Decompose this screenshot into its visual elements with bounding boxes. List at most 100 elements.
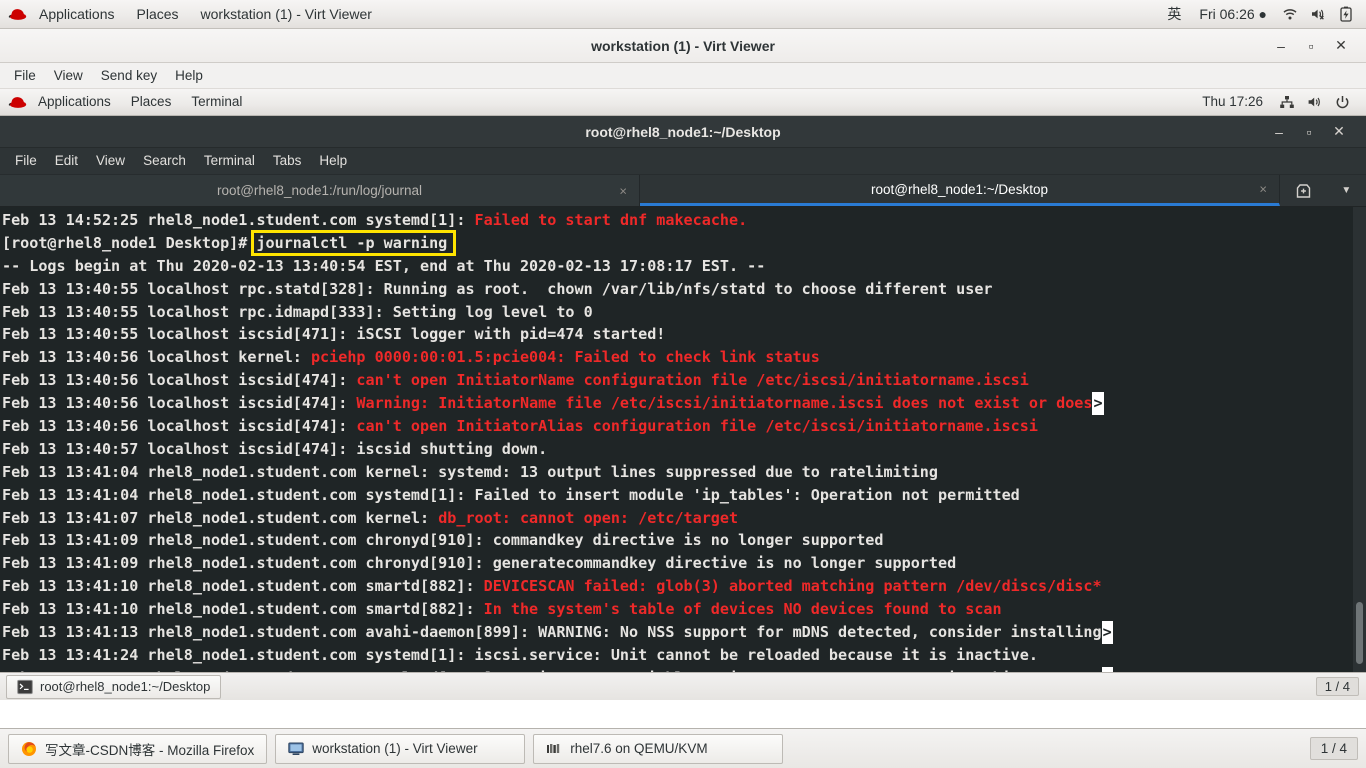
battery-charging-icon[interactable] — [1334, 6, 1358, 22]
line-wrap-marker-icon: > — [1102, 667, 1113, 672]
terminal-text-error: In the system's table of devices NO devi… — [484, 600, 1002, 618]
terminal-line: Feb 13 13:40:56 localhost iscsid[474]: c… — [2, 369, 1353, 392]
virt-viewer-window: workstation (1) - Virt Viewer – ▫ ✕ File… — [0, 29, 1366, 700]
volume-icon[interactable] — [1301, 95, 1329, 109]
menu-send-key[interactable]: Send key — [92, 63, 166, 88]
menu-file[interactable]: File — [5, 63, 45, 88]
terminal-line: Feb 13 13:41:10 rhel8_node1.student.com … — [2, 598, 1353, 621]
minimize-button[interactable]: – — [1264, 119, 1294, 145]
input-method-indicator[interactable]: 英 — [1158, 0, 1190, 28]
terminal-line: -- Logs begin at Thu 2020-02-13 13:40:54… — [2, 255, 1353, 278]
terminal-line: Feb 13 13:41:04 rhel8_node1.student.com … — [2, 484, 1353, 507]
line-wrap-marker-icon: > — [1102, 621, 1113, 644]
terminal-scrollbar-thumb[interactable] — [1356, 602, 1363, 664]
menu-search[interactable]: Search — [134, 148, 195, 174]
terminal-text-error: DEVICESCAN failed: glob(3) aborted match… — [484, 577, 1102, 595]
virt-viewer-title: workstation (1) - Virt Viewer — [0, 38, 1366, 54]
host-task-qemu-kvm[interactable]: rhel7.6 on QEMU/KVM — [533, 734, 783, 764]
terminal-text-error: Failed to start dnf makecache. — [475, 211, 748, 229]
virt-viewer-window-controls: – ▫ ✕ — [1266, 33, 1366, 59]
close-button[interactable]: ✕ — [1324, 119, 1354, 145]
guest-workspace-indicator[interactable]: 1 / 4 — [1316, 677, 1359, 696]
terminal-line: Feb 13 13:41:24 rhel8_node1.student.com … — [2, 667, 1353, 672]
maximize-button[interactable]: ▫ — [1296, 33, 1326, 59]
terminal-tab-desktop[interactable]: root@rhel8_node1:~/Desktop × — [640, 175, 1280, 206]
terminal-line: Feb 13 13:41:07 rhel8_node1.student.com … — [2, 507, 1353, 530]
terminal-text-error: can't open InitiatorAlias configuration … — [356, 417, 1038, 435]
menu-tabs[interactable]: Tabs — [264, 148, 311, 174]
minimize-button[interactable]: – — [1266, 33, 1296, 59]
network-icon[interactable] — [1273, 95, 1301, 109]
menu-view[interactable]: View — [87, 148, 134, 174]
terminal-text: Feb 13 13:41:04 rhel8_node1.student.com … — [2, 463, 938, 481]
terminal-tab-journal[interactable]: root@rhel8_node1:/run/log/journal × — [0, 175, 640, 206]
wifi-icon[interactable] — [1276, 7, 1304, 21]
terminal-line: [root@rhel8_node1 Desktop]# journalctl -… — [2, 232, 1353, 255]
chevron-down-icon[interactable]: ▼ — [1341, 185, 1351, 196]
menu-help[interactable]: Help — [310, 148, 356, 174]
terminal-scrollbar[interactable] — [1353, 207, 1366, 672]
redhat-logo-icon — [8, 95, 28, 109]
menu-edit[interactable]: Edit — [46, 148, 87, 174]
terminal-text: Feb 13 13:41:24 rhel8_node1.student.com … — [2, 646, 1038, 664]
terminal-line: Feb 13 13:41:10 rhel8_node1.student.com … — [2, 575, 1353, 598]
guest-top-panel: Applications Places Terminal Thu 17:26 — [0, 89, 1366, 116]
menu-file[interactable]: File — [6, 148, 46, 174]
gnome-terminal-window: root@rhel8_node1:~/Desktop – ▫ ✕ File Ed… — [0, 116, 1366, 672]
host-tray: 英 Fri 06:26 ● — [1158, 0, 1366, 28]
power-icon[interactable] — [1329, 95, 1356, 110]
close-icon[interactable]: × — [619, 183, 627, 198]
host-clock[interactable]: Fri 06:26 ● — [1190, 0, 1276, 28]
guest-task-terminal[interactable]: root@rhel8_node1:~/Desktop — [6, 675, 221, 699]
host-applications-menu[interactable]: Applications — [28, 0, 126, 28]
terminal-menubar: File Edit View Search Terminal Tabs Help — [0, 148, 1366, 175]
terminal-text: Feb 13 13:40:56 localhost kernel: — [2, 348, 311, 366]
close-icon[interactable]: × — [1259, 182, 1267, 197]
terminal-tab-tools: ▼ — [1280, 175, 1366, 206]
terminal-line: Feb 13 13:41:09 rhel8_node1.student.com … — [2, 552, 1353, 575]
host-taskbar: 写文章-CSDN博客 - Mozilla Firefox workstation… — [0, 728, 1366, 768]
virt-viewer-icon — [288, 741, 304, 757]
host-places-menu[interactable]: Places — [126, 0, 190, 28]
guest-taskbar: root@rhel8_node1:~/Desktop 1 / 4 — [0, 672, 1366, 700]
terminal-output[interactable]: Feb 13 14:52:25 rhel8_node1.student.com … — [0, 207, 1353, 672]
terminal-text: Feb 13 13:41:13 rhel8_node1.student.com … — [2, 623, 1102, 641]
menu-terminal[interactable]: Terminal — [195, 148, 264, 174]
host-workspace-indicator[interactable]: 1 / 4 — [1310, 737, 1358, 760]
terminal-window-controls: – ▫ ✕ — [1264, 119, 1366, 145]
volume-muted-icon[interactable] — [1304, 7, 1334, 21]
new-tab-icon[interactable] — [1295, 182, 1312, 199]
guest-tray: Thu 17:26 — [1192, 89, 1366, 115]
terminal-tabbar: root@rhel8_node1:/run/log/journal × root… — [0, 175, 1366, 207]
terminal-text: Feb 13 14:52:25 rhel8_node1.student.com … — [2, 211, 475, 229]
guest-applications-menu[interactable]: Applications — [28, 89, 121, 115]
terminal-line: Feb 13 14:52:25 rhel8_node1.student.com … — [2, 209, 1353, 232]
host-window-title[interactable]: workstation (1) - Virt Viewer — [190, 0, 383, 28]
terminal-line: Feb 13 13:41:24 rhel8_node1.student.com … — [2, 644, 1353, 667]
terminal-line: Feb 13 13:40:56 localhost kernel: pciehp… — [2, 346, 1353, 369]
maximize-button[interactable]: ▫ — [1294, 119, 1324, 145]
guest-clock[interactable]: Thu 17:26 — [1192, 89, 1273, 115]
virt-viewer-titlebar[interactable]: workstation (1) - Virt Viewer – ▫ ✕ — [0, 29, 1366, 63]
terminal-text-error: pciehp 0000:00:01.5:pcie004: Failed to c… — [311, 348, 820, 366]
host-task-firefox[interactable]: 写文章-CSDN博客 - Mozilla Firefox — [8, 734, 267, 764]
terminal-line: Feb 13 13:41:09 rhel8_node1.student.com … — [2, 529, 1353, 552]
menu-view[interactable]: View — [45, 63, 92, 88]
terminal-text: Feb 13 13:41:07 rhel8_node1.student.com … — [2, 509, 438, 527]
terminal-line: Feb 13 13:41:13 rhel8_node1.student.com … — [2, 621, 1353, 644]
menu-help[interactable]: Help — [166, 63, 212, 88]
terminal-text: -- Logs begin at Thu 2020-02-13 13:40:54… — [2, 257, 765, 275]
terminal-title: root@rhel8_node1:~/Desktop — [0, 124, 1366, 140]
terminal-text: Feb 13 13:40:55 localhost rpc.statd[328]… — [2, 280, 993, 298]
host-task-virt-viewer[interactable]: workstation (1) - Virt Viewer — [275, 734, 525, 764]
terminal-text: Feb 13 13:41:10 rhel8_node1.student.com … — [2, 577, 484, 595]
terminal-titlebar[interactable]: root@rhel8_node1:~/Desktop – ▫ ✕ — [0, 116, 1366, 148]
terminal-body[interactable]: Feb 13 14:52:25 rhel8_node1.student.com … — [0, 207, 1366, 672]
terminal-text: Feb 13 13:41:09 rhel8_node1.student.com … — [2, 531, 883, 549]
guest-places-menu[interactable]: Places — [121, 89, 182, 115]
guest-terminal-menu[interactable]: Terminal — [181, 89, 252, 115]
terminal-text-error: Warning: InitiatorName file /etc/iscsi/i… — [356, 394, 1092, 412]
close-button[interactable]: ✕ — [1326, 33, 1356, 59]
line-wrap-marker-icon: > — [1092, 392, 1103, 415]
terminal-text: Feb 13 13:41:09 rhel8_node1.student.com … — [2, 554, 956, 572]
